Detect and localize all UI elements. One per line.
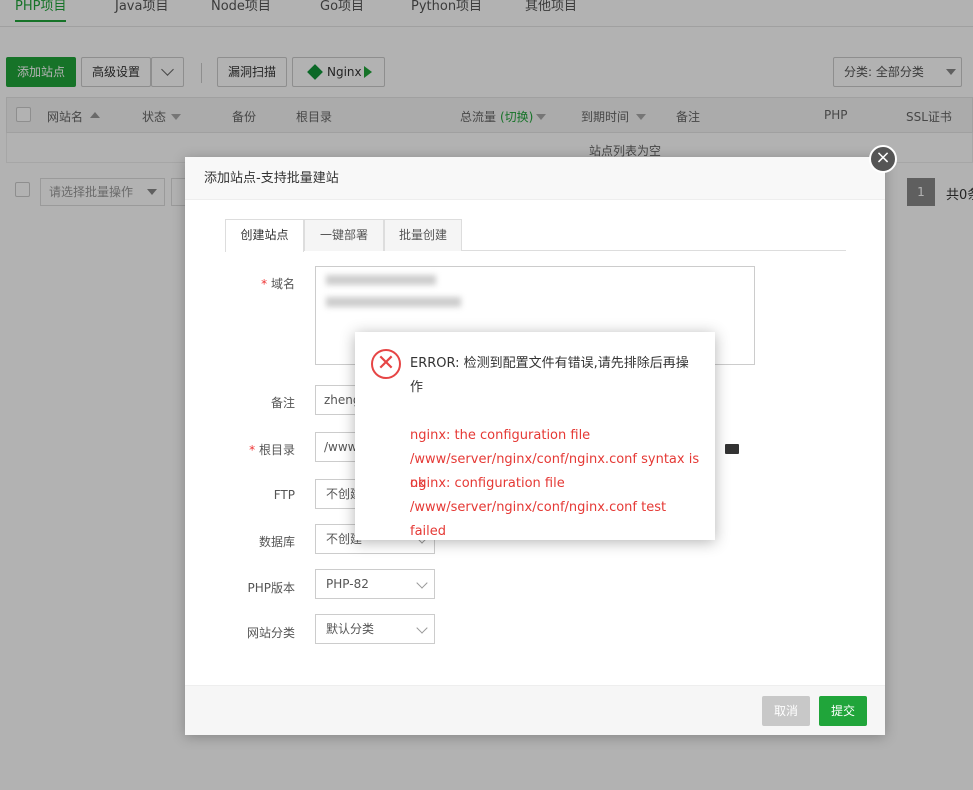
php-version-select[interactable]: PHP-82	[315, 569, 435, 599]
root-label: * 根目录	[249, 443, 295, 457]
site-category-label: 网站分类	[246, 626, 295, 640]
tab-batch-create[interactable]: 批量创建	[384, 219, 462, 251]
db-label: 数据库	[258, 535, 295, 549]
error-dialog: ✕ ERROR: 检测到配置文件有错误,请先排除后再操作 nginx: the …	[355, 332, 715, 540]
tab-create-site[interactable]: 创建站点	[225, 219, 304, 252]
ftp-label: FTP	[273, 488, 295, 502]
error-icon: ✕	[371, 349, 401, 379]
remark-label: 备注	[270, 396, 295, 410]
submit-button[interactable]: 提交	[819, 696, 867, 726]
dialog-tabs: 创建站点 一键部署 批量创建	[225, 219, 846, 252]
blurred-domain-line	[326, 275, 436, 285]
chevron-down-icon	[416, 577, 428, 589]
chevron-down-icon	[416, 622, 428, 634]
folder-icon[interactable]	[725, 444, 739, 454]
site-category-value: 默认分类	[326, 622, 375, 636]
php-version-value: PHP-82	[326, 577, 369, 591]
dialog-title: 添加站点-支持批量建站	[185, 157, 885, 200]
blurred-domain-line	[326, 297, 461, 307]
dialog-footer: 取消 提交	[185, 685, 885, 735]
site-category-select[interactable]: 默认分类	[315, 614, 435, 644]
error-title: ERROR: 检测到配置文件有错误,请先排除后再操作	[410, 356, 689, 395]
error-line-2: nginx: configuration file /www/server/ng…	[410, 476, 667, 539]
cancel-button[interactable]: 取消	[762, 696, 810, 726]
tab-one-click-deploy[interactable]: 一键部署	[304, 219, 384, 251]
domain-label: * 域名	[261, 277, 295, 291]
close-icon[interactable]: ×	[869, 145, 897, 173]
php-version-label: PHP版本	[247, 581, 296, 595]
